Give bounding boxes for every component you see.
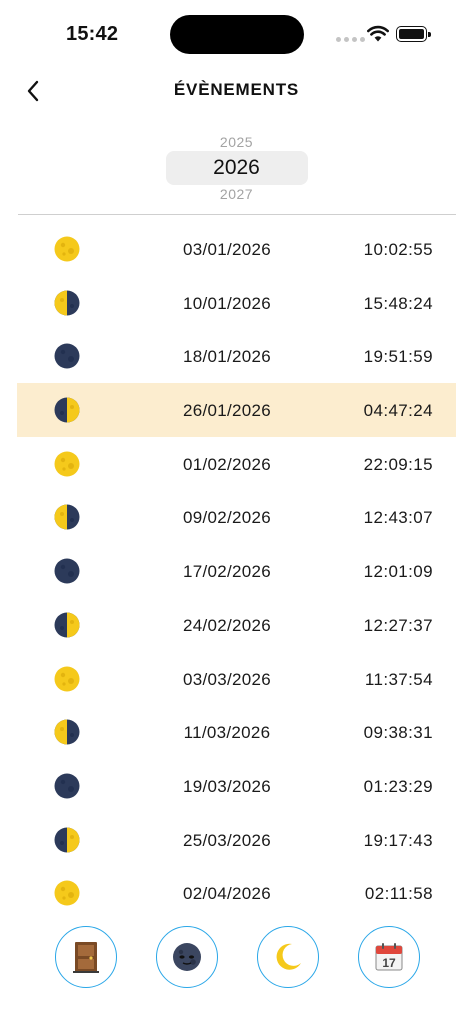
crescent-moon-icon xyxy=(276,943,301,970)
event-row[interactable]: 24/02/2026 12:27:37 xyxy=(17,598,456,652)
event-row[interactable]: 26/01/2026 04:47:24 xyxy=(17,383,456,437)
door-icon xyxy=(73,942,99,973)
event-time: 22:09:15 xyxy=(363,454,433,474)
event-row[interactable]: 10/01/2026 15:48:24 xyxy=(17,276,456,330)
event-time: 19:51:59 xyxy=(363,347,433,367)
year-option-selected[interactable]: 2026 xyxy=(0,156,473,180)
tab-door[interactable] xyxy=(55,926,117,988)
calendar-day: 17 xyxy=(382,956,396,970)
event-time: 01:23:29 xyxy=(363,776,433,796)
event-time: 15:48:24 xyxy=(363,293,433,313)
event-row[interactable]: 17/02/2026 12:01:09 xyxy=(17,544,456,598)
tab-crescent-moon[interactable] xyxy=(257,926,319,988)
event-row[interactable]: 02/04/2026 02:11:58 xyxy=(17,866,456,920)
event-time: 12:27:37 xyxy=(363,615,433,635)
event-time: 12:01:09 xyxy=(363,562,433,582)
status-bar: 15:42 xyxy=(0,0,473,64)
tab-bar: 17 xyxy=(0,926,473,990)
year-picker[interactable]: 2025 2026 2027 xyxy=(0,130,473,210)
event-time: 04:47:24 xyxy=(363,401,433,421)
events-list: 03/01/2026 10:02:55 10/01/2026 15:48:24 18/0… xyxy=(17,222,456,920)
dynamic-island xyxy=(170,15,304,54)
new-moon-face-icon xyxy=(173,943,201,971)
battery-icon xyxy=(396,26,431,42)
tab-new-moon[interactable] xyxy=(156,926,218,988)
event-row[interactable]: 11/03/2026 09:38:31 xyxy=(17,705,456,759)
event-time: 12:43:07 xyxy=(363,508,433,528)
event-row[interactable]: 19/03/2026 01:23:29 xyxy=(17,759,456,813)
event-row[interactable]: 09/02/2026 12:43:07 xyxy=(17,490,456,544)
event-time: 19:17:43 xyxy=(363,830,433,850)
page-title: ÉVÈNEMENTS xyxy=(173,80,300,99)
calendar-icon: 17 xyxy=(375,943,403,971)
event-row[interactable]: 03/01/2026 10:02:55 xyxy=(17,222,456,276)
event-time: 10:02:55 xyxy=(363,240,433,259)
divider xyxy=(18,214,456,215)
event-row[interactable]: 03/03/2026 11:37:54 xyxy=(17,652,456,706)
event-time: 09:38:31 xyxy=(363,723,433,743)
tab-calendar[interactable]: 17 xyxy=(358,926,420,988)
wifi-icon xyxy=(367,25,389,42)
year-option-next[interactable]: 2027 xyxy=(0,186,473,202)
event-row[interactable]: 25/03/2026 19:17:43 xyxy=(17,813,456,867)
event-row[interactable]: 01/02/2026 22:09:15 xyxy=(17,437,456,491)
event-row[interactable]: 18/01/2026 19:51:59 xyxy=(17,329,456,383)
navigation-bar: ÉVÈNEMENTS xyxy=(0,70,473,110)
event-time: 11:37:54 xyxy=(364,669,433,689)
year-option-previous[interactable]: 2025 xyxy=(0,134,473,150)
status-time: 15:42 xyxy=(66,23,119,45)
event-time: 02:11:58 xyxy=(364,884,433,904)
cellular-signal-icon xyxy=(336,37,365,42)
